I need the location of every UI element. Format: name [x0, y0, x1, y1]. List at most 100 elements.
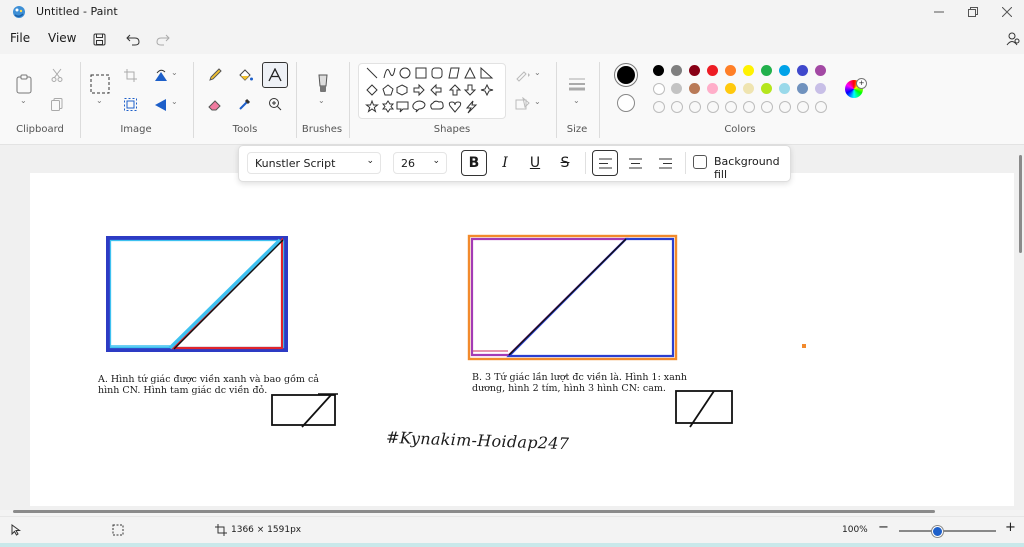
color-swatch[interactable] [725, 65, 736, 76]
text-tool-button[interactable] [262, 62, 288, 88]
arrow-right-shape-icon [413, 83, 425, 97]
color-swatch[interactable] [797, 83, 808, 94]
zoom-out-button[interactable]: − [878, 520, 889, 535]
eraser-button[interactable] [204, 93, 226, 115]
color-swatch[interactable] [743, 83, 754, 94]
underline-button[interactable]: U [522, 150, 548, 176]
drawing-canvas[interactable]: A. Hình tứ giác được viền xanh và bao gồ… [30, 173, 1014, 506]
triangle-shape-icon [464, 66, 476, 79]
save-button[interactable] [88, 29, 110, 49]
color-swatch[interactable] [779, 65, 790, 76]
color-swatch[interactable] [761, 83, 772, 94]
strikethrough-button[interactable]: S [552, 150, 578, 176]
color-swatch[interactable] [725, 83, 736, 94]
paste-dropdown[interactable]: ⌄ [20, 96, 27, 105]
zoom-slider-thumb[interactable] [932, 526, 943, 537]
size-dropdown[interactable]: ⌄ [573, 96, 580, 105]
secondary-color-button[interactable] [617, 94, 635, 112]
resize-button[interactable] [119, 93, 141, 115]
fill-button[interactable] [234, 64, 256, 86]
color-swatch[interactable] [653, 83, 665, 95]
chevron-down-icon: ⌄ [366, 156, 374, 166]
cut-icon [51, 68, 63, 82]
horizontal-scrollbar[interactable] [13, 510, 935, 513]
color-swatch[interactable] [815, 65, 826, 76]
color-swatch[interactable] [653, 65, 664, 76]
align-center-button[interactable] [622, 150, 648, 176]
crop-button[interactable] [119, 64, 141, 86]
brushes-dropdown[interactable]: ⌄ [318, 96, 325, 105]
brushes-button[interactable] [311, 72, 335, 96]
shape-outline-dropdown[interactable]: ⌄ [534, 68, 541, 77]
copy-button[interactable] [46, 93, 68, 115]
view-menu[interactable]: View [48, 31, 76, 45]
align-left-button[interactable] [592, 150, 618, 176]
rotate-dropdown[interactable]: ⌄ [171, 68, 178, 77]
color-swatch[interactable] [653, 101, 665, 113]
color-swatch[interactable] [815, 83, 826, 94]
redo-button[interactable] [152, 29, 174, 49]
align-center-icon [628, 158, 642, 168]
minimize-button[interactable] [922, 0, 956, 24]
crop-icon [123, 68, 137, 82]
background-fill-checkbox[interactable] [693, 155, 707, 169]
pencil-button[interactable] [204, 64, 226, 86]
color-swatch[interactable] [671, 101, 683, 113]
color-swatch[interactable] [743, 65, 754, 76]
cut-button[interactable] [46, 64, 68, 86]
primary-color-button[interactable] [614, 63, 638, 87]
italic-button[interactable]: I [492, 150, 518, 176]
zoom-slider[interactable] [899, 530, 996, 532]
color-swatch[interactable] [689, 83, 700, 94]
color-swatch[interactable] [761, 101, 773, 113]
plus-icon: + [1005, 520, 1016, 535]
flip-dropdown[interactable]: ⌄ [171, 97, 178, 106]
color-swatch[interactable] [671, 65, 682, 76]
magnifier-button[interactable] [264, 93, 286, 115]
edit-colors-button[interactable]: + [845, 78, 867, 98]
color-swatch[interactable] [743, 101, 755, 113]
figure-a-diagonal-black [173, 239, 284, 350]
font-size-select[interactable]: 26 ⌄ [393, 152, 447, 174]
color-swatch[interactable] [707, 65, 718, 76]
title-bar [0, 0, 1024, 24]
color-swatch[interactable] [707, 83, 718, 94]
color-swatch[interactable] [671, 83, 682, 94]
file-menu[interactable]: File [10, 31, 30, 45]
chevron-down-icon: ⌄ [432, 156, 440, 166]
color-swatch[interactable] [689, 65, 700, 76]
color-swatch[interactable] [797, 101, 809, 113]
line-size-icon [569, 78, 585, 91]
color-swatch[interactable] [779, 83, 790, 94]
color-swatch[interactable] [815, 101, 827, 113]
account-button[interactable] [1002, 29, 1024, 49]
select-button[interactable] [88, 72, 112, 96]
maximize-button[interactable] [956, 0, 990, 24]
color-picker-button[interactable] [234, 93, 256, 115]
paste-button[interactable] [12, 72, 36, 96]
rotate-button[interactable] [150, 64, 172, 86]
shape-fill-dropdown[interactable]: ⌄ [534, 97, 541, 106]
flip-button[interactable] [150, 93, 172, 115]
shape-fill-button[interactable] [512, 93, 534, 115]
color-swatch[interactable] [761, 65, 772, 76]
color-swatch[interactable] [797, 65, 808, 76]
close-button[interactable] [990, 0, 1024, 24]
zoom-in-button[interactable]: + [1005, 520, 1016, 535]
color-swatch[interactable] [689, 101, 701, 113]
shape-outline-button[interactable] [512, 64, 534, 86]
six-point-star-shape-icon [381, 100, 395, 113]
vertical-scrollbar[interactable] [1019, 155, 1022, 253]
size-button[interactable] [566, 72, 588, 96]
color-swatch[interactable] [779, 101, 791, 113]
undo-button[interactable] [122, 29, 144, 49]
align-right-button[interactable] [652, 150, 678, 176]
account-icon [1006, 32, 1020, 46]
color-swatch[interactable] [707, 101, 719, 113]
select-dropdown[interactable]: ⌄ [96, 96, 103, 105]
ribbon-divider [193, 62, 194, 138]
font-family-select[interactable]: Kunstler Script ⌄ [247, 152, 381, 174]
bold-button[interactable]: B [461, 150, 487, 176]
selection-size-icon [112, 524, 124, 536]
color-swatch[interactable] [725, 101, 737, 113]
